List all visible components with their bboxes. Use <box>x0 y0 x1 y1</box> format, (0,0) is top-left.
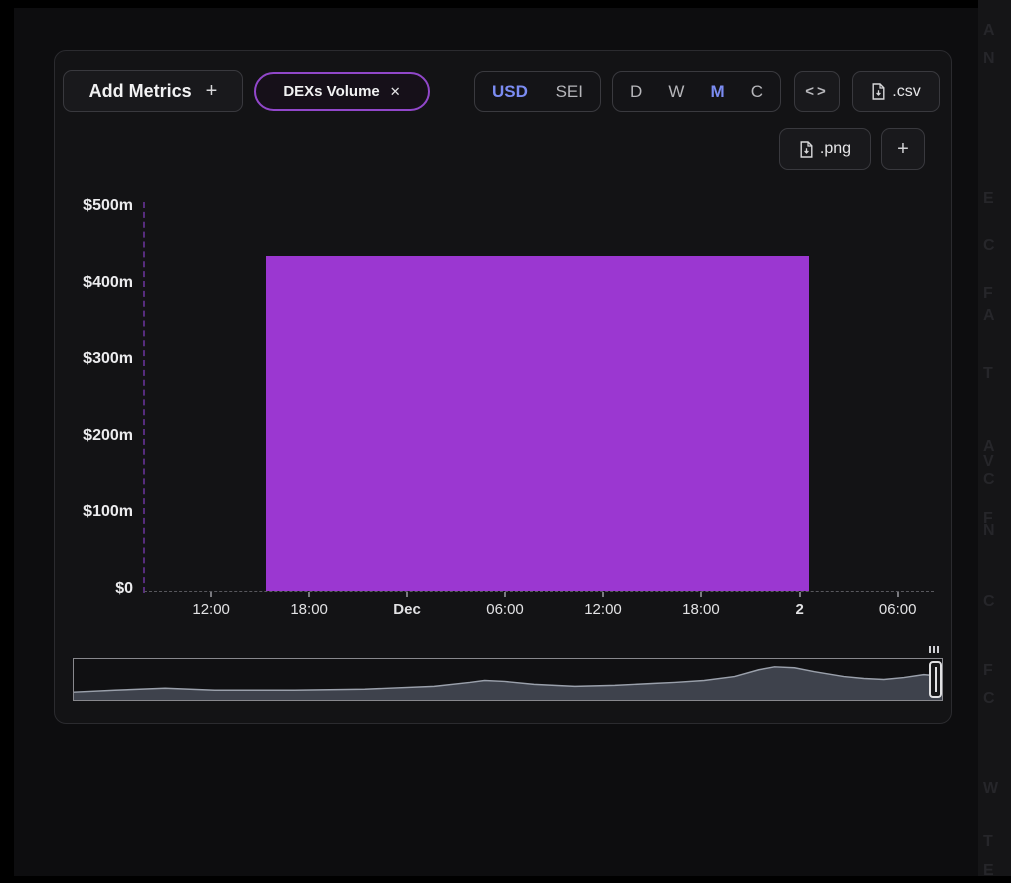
clipped-text-fragment: N <box>983 50 995 67</box>
y-axis-label: $0 <box>115 580 133 597</box>
y-axis: $0 $100m $200m $300m $400m $500m <box>55 197 135 597</box>
x-axis-tick <box>210 592 213 597</box>
plus-icon: + <box>205 79 218 102</box>
interval-option-monthly[interactable]: M <box>710 82 724 102</box>
x-axis-label: 06:00 <box>486 601 524 618</box>
x-axis-tick <box>798 592 801 597</box>
add-chart-button[interactable]: + <box>881 128 925 170</box>
dexs-volume-bar[interactable] <box>265 255 810 591</box>
currency-option-usd[interactable]: USD <box>492 82 528 102</box>
chart-panel: Add Metrics + DEXs Volume ✕ USD SEI D W … <box>54 50 952 724</box>
clipped-text-fragment: A <box>983 307 995 324</box>
x-axis-label: 06:00 <box>878 601 917 618</box>
code-brackets-icon: <> <box>805 83 829 100</box>
file-download-icon <box>871 83 886 100</box>
x-axis-tick <box>896 592 899 597</box>
add-metrics-button[interactable]: Add Metrics + <box>63 70 243 112</box>
y-axis-label: $400m <box>83 273 133 291</box>
embed-code-button[interactable]: <> <box>794 71 840 112</box>
download-png-button[interactable]: .png <box>779 128 871 170</box>
currency-option-sei[interactable]: SEI <box>556 82 583 102</box>
currency-toggle: USD SEI <box>474 71 601 112</box>
chart-plot-area <box>143 202 934 597</box>
clipped-text-fragment: A <box>983 22 995 39</box>
x-axis-label: 12:00 <box>192 601 230 618</box>
x-axis-tick <box>601 592 604 597</box>
file-download-icon <box>799 140 814 158</box>
interval-toggle: D W M C <box>612 71 781 112</box>
clipped-text-fragment: T <box>983 365 993 382</box>
clipped-text-fragment: T <box>983 833 993 850</box>
navigator-area-chart <box>74 666 942 700</box>
csv-label: .csv <box>892 82 921 100</box>
x-axis-tick <box>308 592 311 597</box>
clipped-text-fragment: N <box>983 522 995 539</box>
clipped-text-fragment: C <box>983 237 995 254</box>
x-axis-line <box>144 591 934 592</box>
y-axis-label: $100m <box>83 503 133 521</box>
x-axis-label: 12:00 <box>584 601 622 618</box>
y-axis-label: $200m <box>83 426 133 444</box>
x-axis-label: 2 <box>795 601 804 618</box>
metric-chip-label: DEXs Volume <box>283 83 380 100</box>
x-axis-label: Dec <box>393 601 421 618</box>
clipped-text-fragment: E <box>983 862 994 876</box>
x-axis-label: 18:00 <box>682 601 720 618</box>
y-axis-label: $500m <box>83 197 133 214</box>
close-icon[interactable]: ✕ <box>390 84 401 100</box>
interval-option-weekly[interactable]: W <box>668 82 684 102</box>
dashed-guide-line <box>143 202 145 593</box>
clipped-text-fragment: F <box>983 662 993 679</box>
app-background: Add Metrics + DEXs Volume ✕ USD SEI D W … <box>14 8 978 876</box>
navigator-right-handle[interactable] <box>929 661 942 698</box>
interval-option-cumulative[interactable]: C <box>751 82 763 102</box>
clipped-text-fragment: V <box>983 453 994 470</box>
clipped-text-fragment: C <box>983 690 995 707</box>
x-axis-tick <box>504 592 507 597</box>
clipped-text-fragment: E <box>983 190 994 207</box>
add-metrics-label: Add Metrics <box>88 80 192 101</box>
interval-option-daily[interactable]: D <box>630 82 642 102</box>
clipped-text-fragment: W <box>983 780 999 797</box>
y-axis-label: $300m <box>83 350 133 368</box>
png-label: .png <box>819 140 852 157</box>
chart-navigator[interactable] <box>73 658 943 701</box>
x-axis-tick <box>699 592 702 597</box>
metric-chip-dexs-volume[interactable]: DEXs Volume ✕ <box>254 72 430 111</box>
clipped-side-column: ANECFATAVCFNCFCWTE <box>978 0 1011 876</box>
x-axis-label: 18:00 <box>290 601 328 618</box>
x-axis-tick <box>406 592 409 597</box>
plus-icon: + <box>897 137 909 160</box>
download-csv-button[interactable]: .csv <box>852 71 940 112</box>
clipped-text-fragment: C <box>983 471 995 488</box>
navigator-grip-icon <box>929 646 939 653</box>
clipped-text-fragment: F <box>983 285 993 302</box>
clipped-text-fragment: C <box>983 593 995 610</box>
x-axis: 12:00 18:00 Dec 06:00 12:00 18:00 2 06:00 <box>144 601 934 625</box>
